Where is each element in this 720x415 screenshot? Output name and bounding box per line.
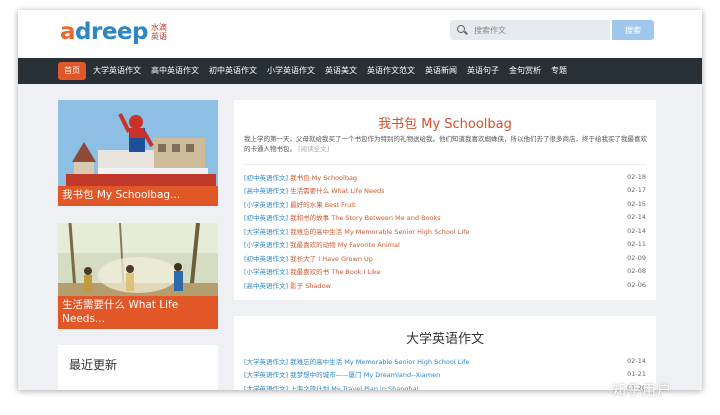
list-item-date: 01-21 (627, 370, 646, 379)
featured-article-panel: 我书包 My Schoolbag 我上学的第一天，父母就给我买了一个书包作为特别… (234, 100, 656, 300)
list-item-title[interactable]: 我难忘的高中生活 My Memorable Senior High School… (290, 358, 469, 366)
nav-item[interactable]: 首页 (58, 62, 86, 80)
list-item[interactable]: [初中英语作文] 我和书的故事 The Story Between Me and… (244, 211, 646, 225)
list-item-title[interactable]: 我书包 My Schoolbag (290, 174, 357, 182)
list-item-title[interactable]: 最好的水果 Best Fruit (290, 201, 355, 209)
list-item-link[interactable]: [大学英语作文] 我难忘的高中生活 My Memorable Senior Hi… (244, 356, 469, 366)
list-item-title[interactable]: 我长大了 I Have Grown Up (290, 255, 373, 263)
list-item-date: 02-06 (627, 280, 646, 289)
logo-subtitle: 水滴 英语 (151, 23, 167, 41)
list-item-category[interactable]: [大学英语作文] (244, 371, 288, 379)
nav-item[interactable]: 大学英语作文 (88, 62, 146, 80)
list-item-category[interactable]: [初中英语作文] (244, 214, 288, 222)
nav-item[interactable]: 英语作文范文 (362, 62, 420, 80)
list-item-category[interactable]: [小学英语作文] (244, 241, 288, 249)
list-item[interactable]: [初中英语作文] 我长大了 I Have Grown Up 02-09 (244, 251, 646, 265)
list-item-link[interactable]: [大学英语作文] 上海之旅计划 My Travel Plan in Shangh… (244, 383, 418, 390)
list-item-category[interactable]: [高中英语作文] (244, 282, 288, 290)
site-logo[interactable]: adreep 水滴 英语 (60, 15, 167, 49)
list-item-category[interactable]: [大学英语作文] (244, 228, 288, 236)
list-item-title[interactable]: 生活需要什么 What Life Needs (290, 187, 384, 195)
list-item-link[interactable]: [小学英语作文] 我最喜欢的书 The Book I Like (244, 266, 381, 276)
list-item-link[interactable]: [小学英语作文] 我最喜欢的动物 My Favorite Animal (244, 239, 400, 249)
college-essays-panel: 大学英语作文 [大学英语作文] 我难忘的高中生活 My Memorable Se… (234, 316, 656, 390)
list-item-title[interactable]: 影子 Shadow (290, 282, 331, 290)
featured-article-intro: 我上学的第一天，父母就给我买了一个书包作为特别的礼物送给我。他们知道我喜欢蜘蛛侠… (244, 135, 647, 153)
featured-card-life-needs[interactable]: 生活需要什么 What Life Needs... (58, 223, 218, 329)
divider (244, 164, 646, 165)
list-item-date: 02-11 (627, 240, 646, 249)
list-item-category[interactable]: [大学英语作文] (244, 358, 288, 366)
list-item-date: 02-17 (627, 186, 646, 195)
list-item-category[interactable]: [初中英语作文] (244, 255, 288, 263)
nav-item[interactable]: 金句赏析 (504, 62, 546, 80)
search-icon (456, 20, 474, 40)
list-item-date: 02-08 (627, 267, 646, 276)
list-item-title[interactable]: 我梦想中的城市——厦门 My Dreamland--Xiamen (290, 371, 440, 379)
list-item-link[interactable]: [高中英语作文] 影子 Shadow (244, 280, 331, 290)
featured-card-schoolbag[interactable]: 我书包 My Schoolbag... (58, 100, 218, 206)
list-item[interactable]: [初中英语作文] 我书包 My Schoolbag 02-18 (244, 170, 646, 184)
list-item-link[interactable]: [大学英语作文] 我难忘的高中生活 My Memorable Senior Hi… (244, 226, 469, 236)
search-button[interactable]: 搜索 (612, 20, 654, 40)
list-item-category[interactable]: [初中英语作文] (244, 174, 288, 182)
nav-item[interactable]: 英语句子 (462, 62, 504, 80)
list-item-link[interactable]: [大学英语作文] 我梦想中的城市——厦门 My Dreamland--Xiame… (244, 369, 440, 379)
list-item-title[interactable]: 我最喜欢的动物 My Favorite Animal (290, 241, 400, 249)
search-input[interactable] (474, 25, 604, 35)
list-item[interactable]: [小学英语作文] 最好的水果 Best Fruit 02-15 (244, 197, 646, 211)
list-item-category[interactable]: [大学英语作文] (244, 385, 288, 390)
list-item-link[interactable]: [初中英语作文] 我长大了 I Have Grown Up (244, 253, 373, 263)
list-item[interactable]: [大学英语作文] 我梦想中的城市——厦门 My Dreamland--Xiame… (244, 368, 646, 382)
list-item-link[interactable]: [小学英语作文] 最好的水果 Best Fruit (244, 199, 356, 209)
card-caption[interactable]: 我书包 My Schoolbag... (58, 186, 218, 206)
list-item-date: 02-18 (627, 172, 646, 181)
main-nav: 首页 大学英语作文 高中英语作文 初中英语作文 小学英语作文 英语美文 英语作文范文 英语新闻… (18, 58, 702, 84)
nav-item[interactable]: 小学英语作文 (262, 62, 320, 80)
nav-item[interactable]: 英语美文 (320, 62, 362, 80)
site-header: adreep 水滴 英语 搜索 (18, 10, 702, 58)
recent-updates-box: 最近更新 (58, 345, 218, 390)
list-item-date: 02-09 (627, 253, 646, 262)
featured-article-title[interactable]: 我书包 My Schoolbag (234, 113, 656, 132)
search-box (450, 20, 610, 40)
list-item-category[interactable]: [高中英语作文] (244, 187, 288, 195)
list-item-title[interactable]: 我最喜欢的书 The Book I Like (290, 268, 380, 276)
logo-wordmark: adreep (60, 19, 148, 45)
list-item-link[interactable]: [高中英语作文] 生活需要什么 What Life Needs (244, 185, 385, 195)
list-item[interactable]: [高中英语作文] 生活需要什么 What Life Needs 02-17 (244, 184, 646, 198)
list-item-date: 02-14 (627, 356, 646, 365)
list-item[interactable]: [大学英语作文] 我难忘的高中生活 My Memorable Senior Hi… (244, 354, 646, 368)
watermark: 知乎用户 (612, 383, 672, 399)
list-item[interactable]: [高中英语作文] 影子 Shadow 02-06 (244, 278, 646, 292)
list-item[interactable]: [小学英语作文] 我最喜欢的动物 My Favorite Animal 02-11 (244, 238, 646, 252)
list-item[interactable]: [大学英语作文] 我难忘的高中生活 My Memorable Senior Hi… (244, 224, 646, 238)
list-item-title[interactable]: 我难忘的高中生活 My Memorable Senior High School… (290, 228, 469, 236)
latest-article-list: [初中英语作文] 我书包 My Schoolbag 02-18 [高中英语作文] 生… (244, 170, 646, 292)
list-item-title[interactable]: 我和书的故事 The Story Between Me and Books (290, 214, 441, 222)
list-item[interactable]: [小学英语作文] 我最喜欢的书 The Book I Like 02-08 (244, 265, 646, 279)
college-essays-title: 大学英语作文 (405, 332, 484, 347)
list-item-link[interactable]: [初中英语作文] 我和书的故事 The Story Between Me and… (244, 212, 441, 222)
list-item-title[interactable]: 上海之旅计划 My Travel Plan in Shanghai (290, 385, 418, 390)
nav-item[interactable]: 高中英语作文 (146, 62, 204, 80)
list-item-date: 02-15 (627, 199, 646, 208)
list-item-date: 02-14 (627, 226, 646, 235)
list-item-link[interactable]: [初中英语作文] 我书包 My Schoolbag (244, 172, 357, 182)
nav-item[interactable]: 专题 (546, 62, 572, 80)
nav-item[interactable]: 初中英语作文 (204, 62, 262, 80)
read-more-link[interactable]: [阅读全文] (298, 145, 329, 153)
browser-page: adreep 水滴 英语 搜索 首页大学英语作文高中英语作文初中英语作文小学英语… (18, 10, 702, 390)
list-item-date: 02-14 (627, 213, 646, 222)
recent-updates-title: 最近更新 (69, 358, 118, 372)
list-item-category[interactable]: [小学英语作文] (244, 201, 288, 209)
list-item-category[interactable]: [小学英语作文] (244, 268, 288, 276)
list-item[interactable]: [大学英语作文] 上海之旅计划 My Travel Plan in Shangh… (244, 381, 646, 390)
college-article-list: [大学英语作文] 我难忘的高中生活 My Memorable Senior Hi… (244, 354, 646, 390)
card-caption[interactable]: 生活需要什么 What Life Needs... (58, 296, 218, 329)
nav-item[interactable]: 英语新闻 (420, 62, 462, 80)
